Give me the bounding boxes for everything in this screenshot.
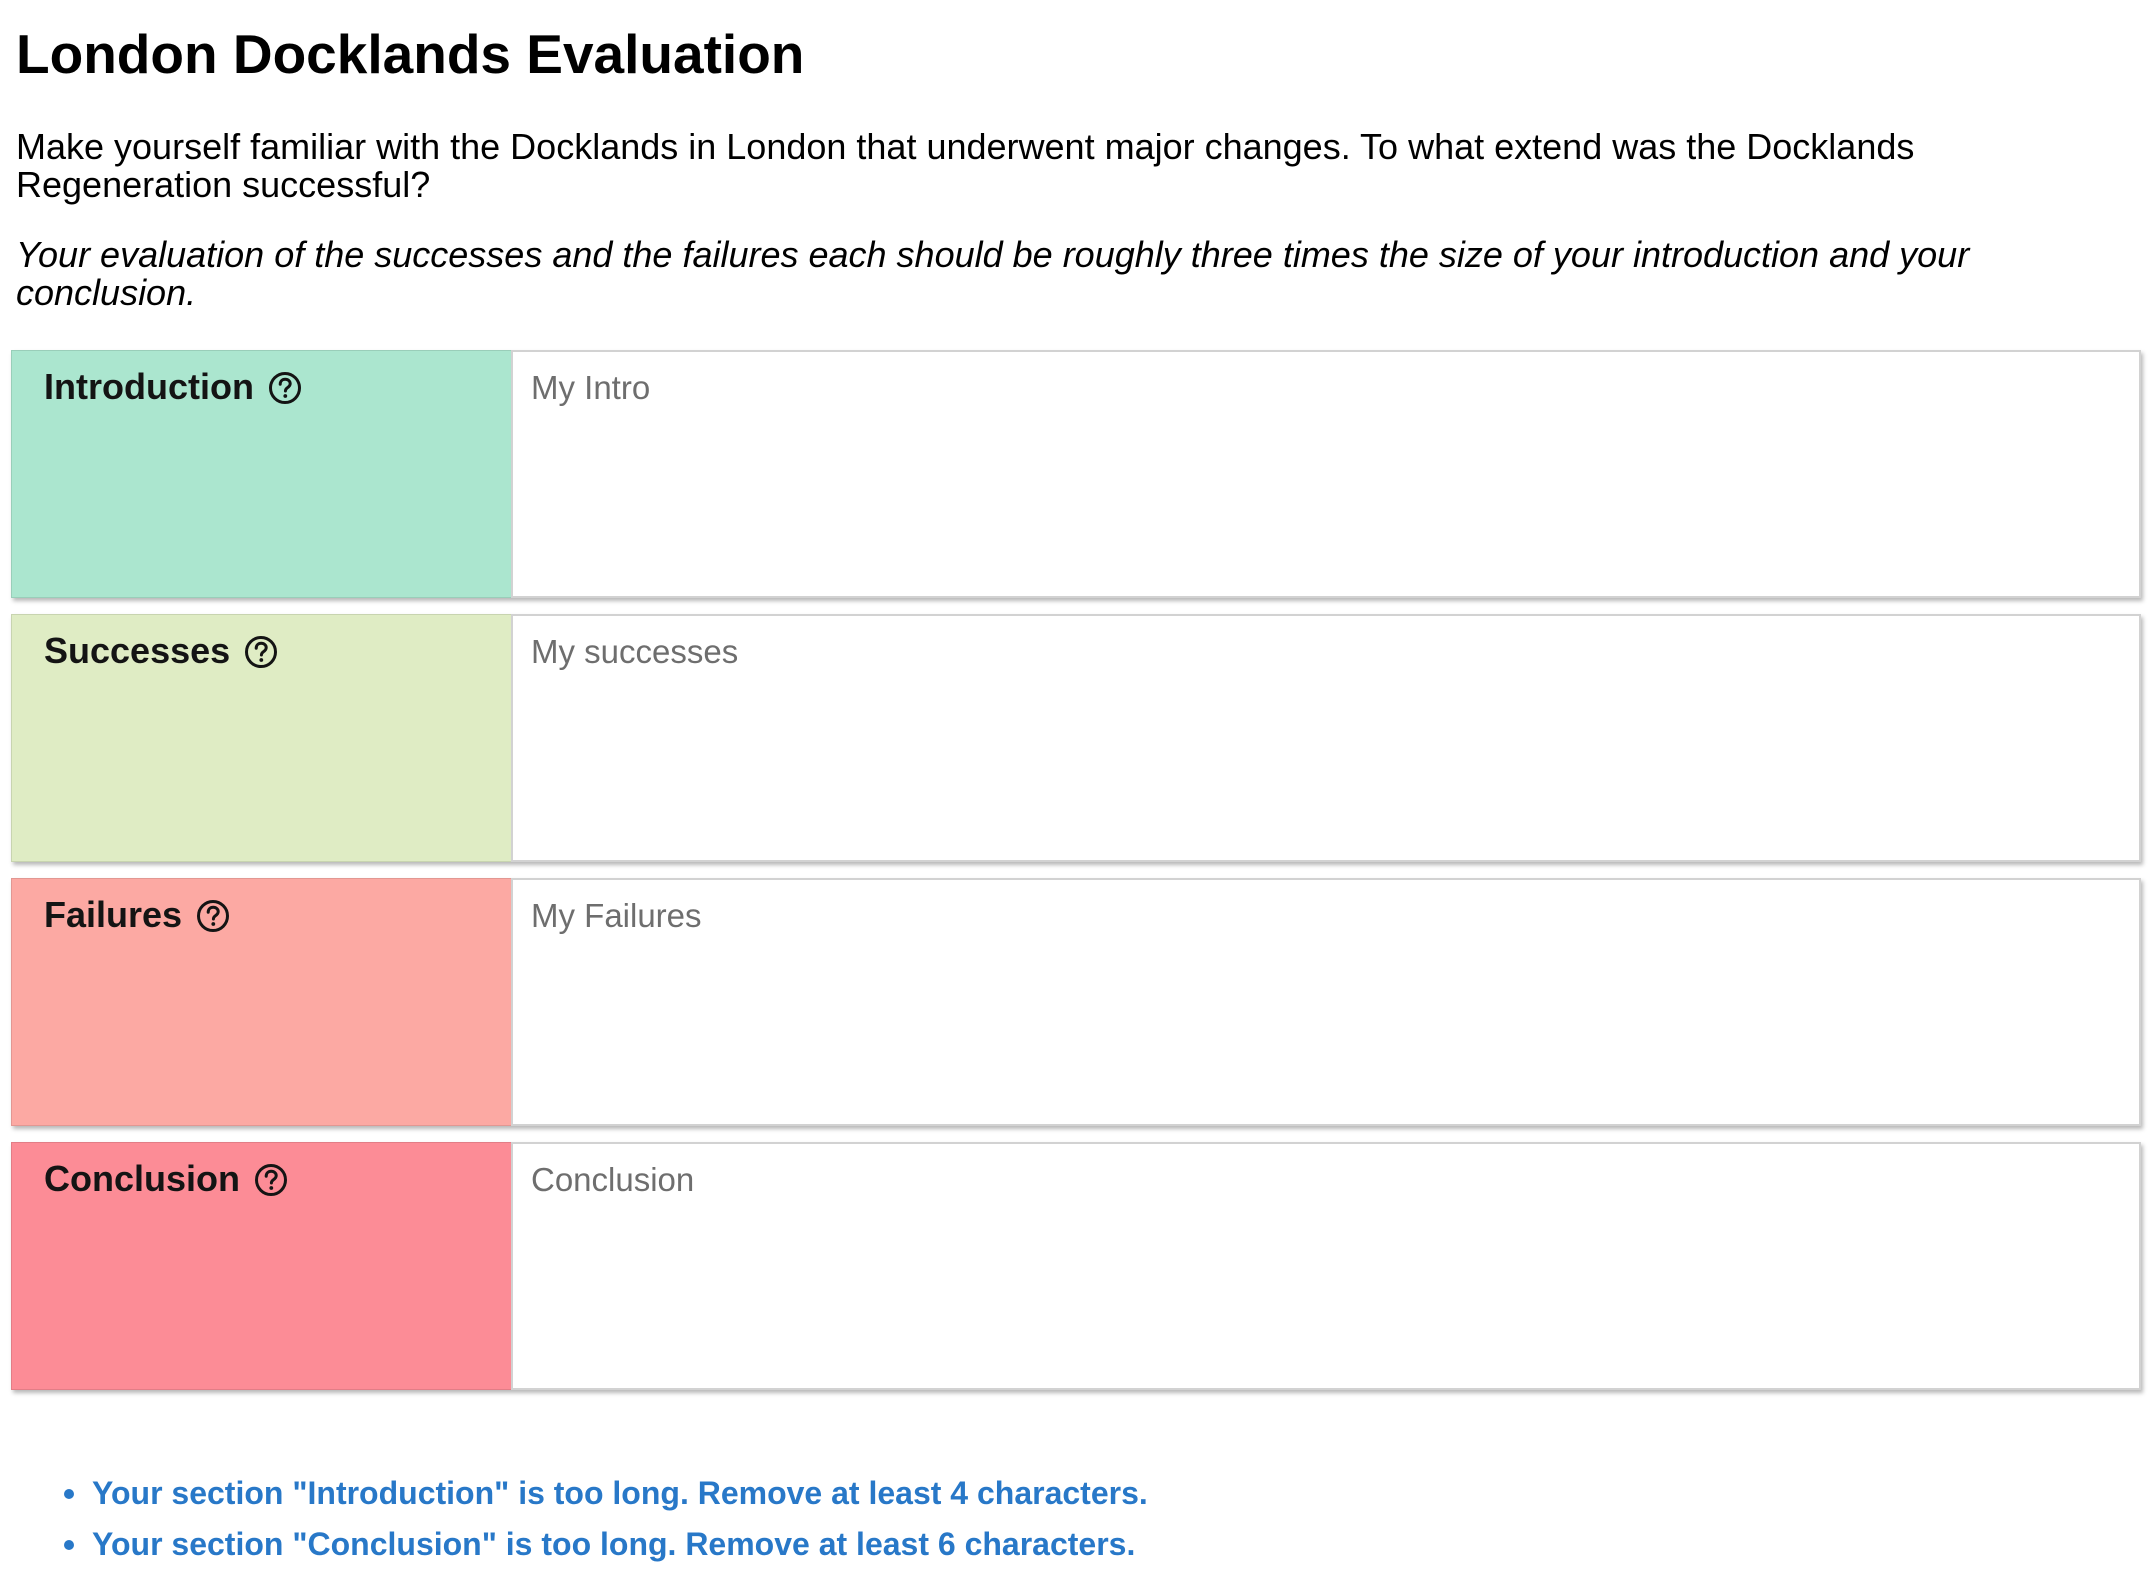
section-failures: Failures: [11, 878, 2141, 1126]
assignment-hint: Your evaluation of the successes and the…: [16, 234, 1970, 313]
section-introduction: Introduction: [11, 350, 2141, 598]
section-title: Conclusion: [44, 1158, 240, 1199]
validation-messages: Your section "Introduction" is too long.…: [60, 1474, 1148, 1576]
successes-textarea[interactable]: [511, 614, 2141, 862]
help-circle-icon[interactable]: [196, 899, 230, 933]
section-title: Successes: [44, 630, 231, 671]
introduction-textarea[interactable]: [511, 350, 2141, 598]
section-title: Failures: [44, 894, 183, 935]
section-label-introduction: Introduction: [11, 350, 511, 598]
conclusion-textarea[interactable]: [511, 1142, 2141, 1390]
section-conclusion: Conclusion: [11, 1142, 2141, 1390]
help-circle-icon[interactable]: [268, 371, 302, 405]
section-title: Introduction: [44, 366, 254, 407]
section-successes: Successes: [11, 614, 2141, 862]
evaluation-page: London Docklands Evaluation Make yoursel…: [0, 0, 2156, 1592]
section-label-successes: Successes: [11, 614, 511, 862]
help-circle-icon[interactable]: [244, 635, 278, 669]
page-title: London Docklands Evaluation: [16, 23, 805, 85]
essay-sections: Introduction Successes: [11, 350, 2141, 1406]
section-label-failures: Failures: [11, 878, 511, 1126]
section-label-conclusion: Conclusion: [11, 1142, 511, 1390]
assignment-instructions: Make yourself familiar with the Dockland…: [16, 126, 1915, 205]
help-circle-icon[interactable]: [254, 1163, 288, 1197]
validation-message: Your section "Introduction" is too long.…: [64, 1475, 1148, 1511]
validation-message: Your section "Conclusion" is too long. R…: [64, 1525, 1148, 1563]
failures-textarea[interactable]: [511, 878, 2141, 1126]
